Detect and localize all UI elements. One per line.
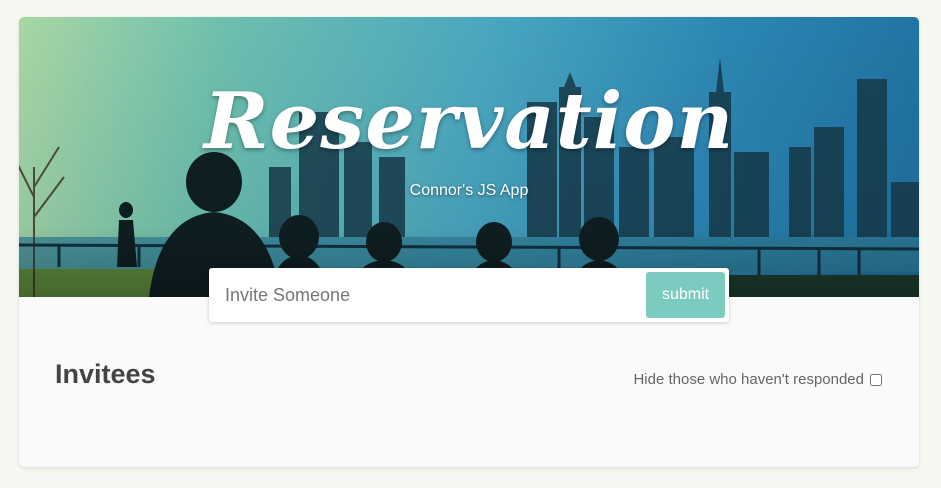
invite-form: submit (209, 268, 729, 322)
header-banner: Reservation Connor's JS App (19, 17, 919, 297)
submit-button[interactable]: submit (646, 272, 725, 318)
hide-unresponded-filter: Hide those who haven't responded (633, 371, 882, 388)
app-title: Reservation (203, 76, 735, 167)
hide-unresponded-checkbox[interactable] (870, 373, 882, 386)
invitees-heading: Invitees (55, 359, 156, 389)
hide-unresponded-label[interactable]: Hide those who haven't responded (633, 371, 864, 388)
app-card: Reservation Connor's JS App submit Invit… (19, 17, 919, 467)
invite-input[interactable] (215, 274, 635, 316)
app-subtitle: Connor's JS App (409, 182, 529, 199)
